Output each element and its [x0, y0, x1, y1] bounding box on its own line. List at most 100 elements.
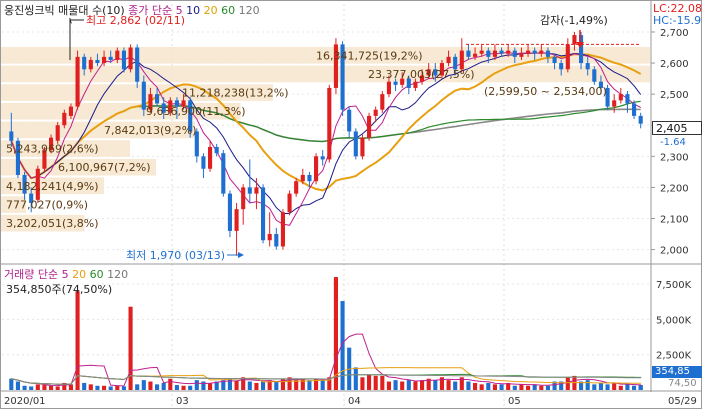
- candle-body: [592, 69, 597, 82]
- volume-bar: [632, 385, 637, 390]
- candle-body: [373, 109, 378, 116]
- candle-body: [380, 94, 385, 110]
- candle-body: [386, 81, 391, 95]
- volume-profile-label: 16,341,725(19,2%): [316, 49, 423, 62]
- candle-body: [95, 59, 100, 64]
- candle-body: [539, 50, 544, 54]
- price-tick-label: 2,300: [660, 152, 689, 163]
- candle-body: [499, 50, 504, 54]
- volume-tick-label: 2,500K: [656, 351, 692, 362]
- volume-last-tag: 354,85: [652, 366, 702, 378]
- volume-bar: [413, 381, 418, 390]
- volume-bar: [181, 385, 186, 390]
- volume-bar: [446, 380, 451, 390]
- candle-body: [559, 63, 564, 70]
- volume-bar: [201, 381, 206, 390]
- volume-bar: [605, 384, 610, 390]
- volume-ma20-label: 20: [72, 268, 87, 281]
- candle-body: [155, 94, 160, 104]
- candle-body: [68, 106, 73, 116]
- candle-body: [486, 50, 491, 57]
- volume-last-pct: 74,50: [668, 378, 697, 389]
- candle-body: [413, 81, 418, 88]
- candle-body: [121, 50, 126, 70]
- volume-bar: [82, 382, 87, 390]
- volume-bar: [49, 385, 54, 390]
- volume-profile-band: [0, 65, 650, 83]
- volume-bar: [545, 385, 550, 390]
- volume-bar: [386, 381, 391, 390]
- volume-profile-label: 5,243,969(2,6%): [6, 143, 99, 156]
- x-tick-label: 2020/01: [4, 396, 46, 407]
- chart-legend: 웅진씽크빅 매물대 수(10) 종가 단순 5 10 20 60 120: [4, 2, 260, 18]
- volume-bar: [565, 377, 570, 390]
- volume-profile-label: 7,842,013(9,2%): [104, 124, 197, 137]
- volume-bar: [539, 385, 544, 390]
- candle-body: [638, 115, 643, 124]
- volume-current: 354,850주(74,50%): [6, 283, 113, 296]
- candle-body: [545, 50, 550, 57]
- volume-bar: [492, 384, 497, 390]
- volume-bar: [234, 380, 239, 390]
- volume-bar: [247, 381, 252, 390]
- candle-body: [300, 174, 305, 182]
- volume-bar: [42, 385, 47, 390]
- candle-body: [254, 187, 259, 194]
- volume-bar: [519, 384, 524, 390]
- price-tick-label: 2,500: [660, 90, 689, 101]
- candle-body: [247, 187, 252, 194]
- volume-bar: [307, 380, 312, 390]
- volume-bar: [612, 382, 617, 390]
- candle-body: [393, 81, 398, 85]
- volume-bar: [526, 385, 531, 390]
- volume-bar: [155, 384, 160, 390]
- candle-body: [347, 109, 352, 132]
- candle-body: [632, 103, 637, 116]
- volume-bar: [618, 385, 623, 390]
- volume-bar: [300, 378, 305, 390]
- volume-bar: [55, 386, 60, 390]
- candle-body: [446, 56, 451, 64]
- volume-bar: [88, 384, 93, 390]
- candle-body: [459, 50, 464, 70]
- stock-name: 웅진씽크빅: [4, 4, 55, 17]
- volume-bar: [22, 385, 27, 390]
- volume-bar: [135, 384, 140, 390]
- candle-body: [565, 44, 570, 70]
- volume-profile-label: 777,027(0,9%): [6, 198, 88, 211]
- candle-body: [519, 53, 524, 57]
- price-tick-label: 2,700: [660, 28, 689, 39]
- volume-tick-label: 7,500K: [656, 280, 692, 291]
- volume-bar: [406, 380, 411, 390]
- candle-body: [9, 131, 14, 141]
- price-tick-label: 2,100: [660, 214, 689, 225]
- candle-body: [102, 56, 107, 64]
- ma-label: 종가 단순: [128, 4, 173, 17]
- candle-body: [201, 156, 206, 169]
- candle-body: [241, 187, 246, 210]
- volume-bar: [598, 382, 603, 390]
- volume-bar: [108, 386, 113, 390]
- candle-body: [367, 115, 372, 138]
- candle-body: [526, 50, 531, 54]
- volume-bar: [227, 378, 232, 390]
- volume-bar: [121, 386, 126, 390]
- volume-bar: [400, 381, 405, 390]
- last-change-label: -1.64: [660, 137, 686, 148]
- candle-body: [353, 131, 358, 157]
- candle-body: [221, 153, 226, 194]
- volume-bar: [261, 381, 266, 390]
- candle-body: [108, 56, 113, 60]
- volume-bar: [254, 382, 259, 390]
- volume-bar: [35, 384, 40, 390]
- volume-bar: [473, 382, 478, 390]
- candle-body: [466, 50, 471, 57]
- volume-bar: [373, 375, 378, 390]
- candle-body: [360, 137, 365, 157]
- range-annotation: (2,599,50 ~ 2,534,00): [484, 85, 607, 98]
- capital-reduction-annotation: 감자(-1,49%): [540, 14, 608, 27]
- volume-profile-label: 4,182,241(4,9%): [6, 180, 99, 193]
- candle-body: [585, 63, 590, 70]
- x-tick-label: 03: [176, 396, 189, 407]
- ma60-label: 60: [221, 4, 236, 17]
